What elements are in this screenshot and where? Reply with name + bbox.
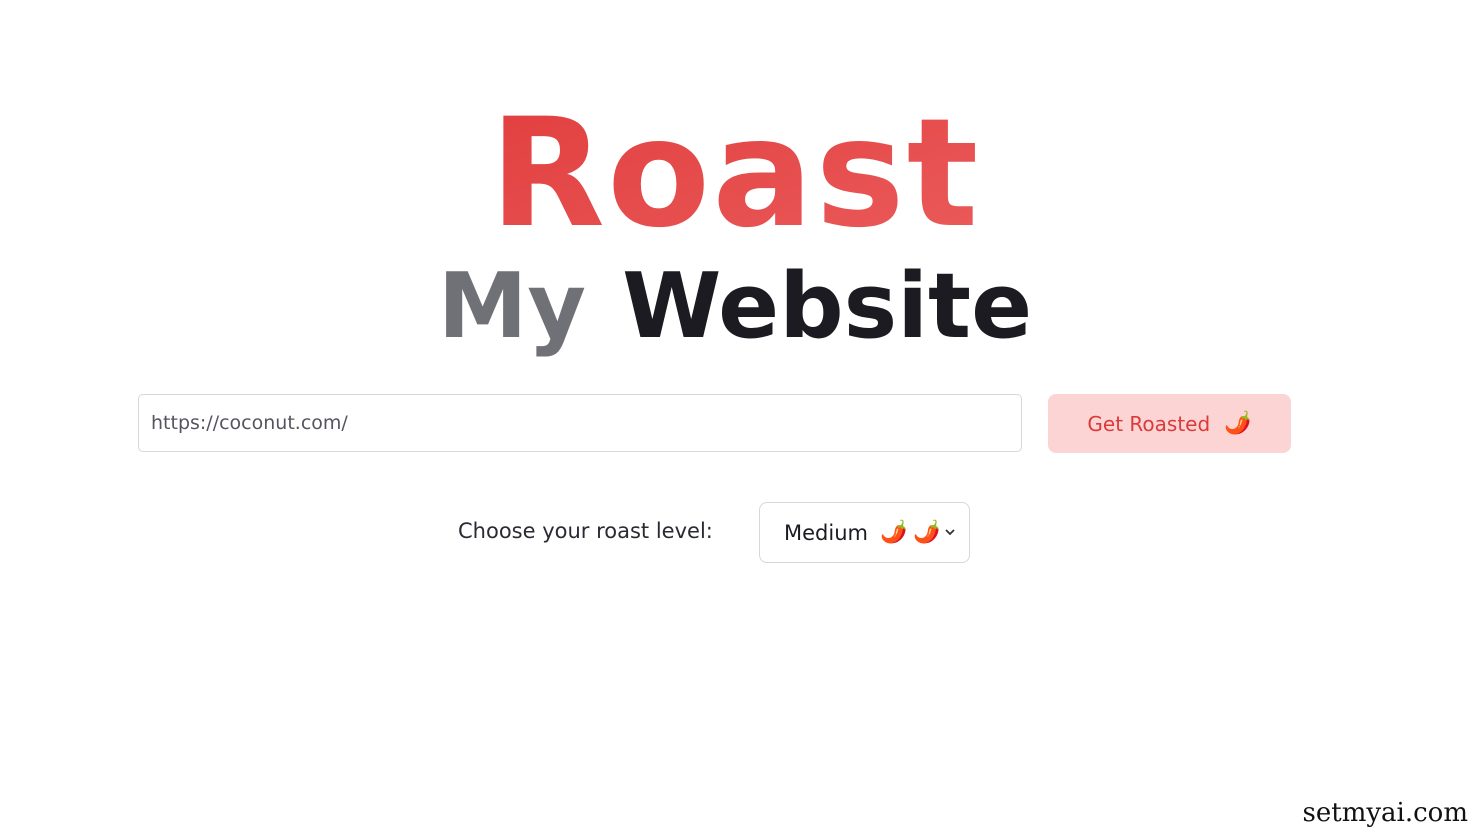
watermark: setmyai.com [1302,798,1468,828]
hero: Roast My Website [0,0,1470,380]
subtitle-my: My [437,254,587,359]
chili-pepper-icon: 🌶️ [913,519,941,545]
page-subtitle: My Website [0,252,1470,362]
roast-level-peppers: 🌶️ 🌶️ [879,519,941,545]
roast-level-label: Choose your roast level: [458,519,713,543]
page-title: Roast [0,86,1470,262]
url-input[interactable] [138,394,1022,452]
chili-pepper-icon: 🌶️ [879,519,908,545]
chili-pepper-icon: 🌶️ [1224,410,1252,436]
subtitle-website: Website [622,254,1033,359]
chevron-down-icon [945,528,955,538]
get-roasted-button[interactable]: Get Roasted 🌶️ [1048,394,1291,453]
get-roasted-label: Get Roasted [1087,411,1211,436]
roast-level-value: Medium [784,520,868,545]
roast-level-select[interactable]: Medium 🌶️ 🌶️ [759,502,970,563]
